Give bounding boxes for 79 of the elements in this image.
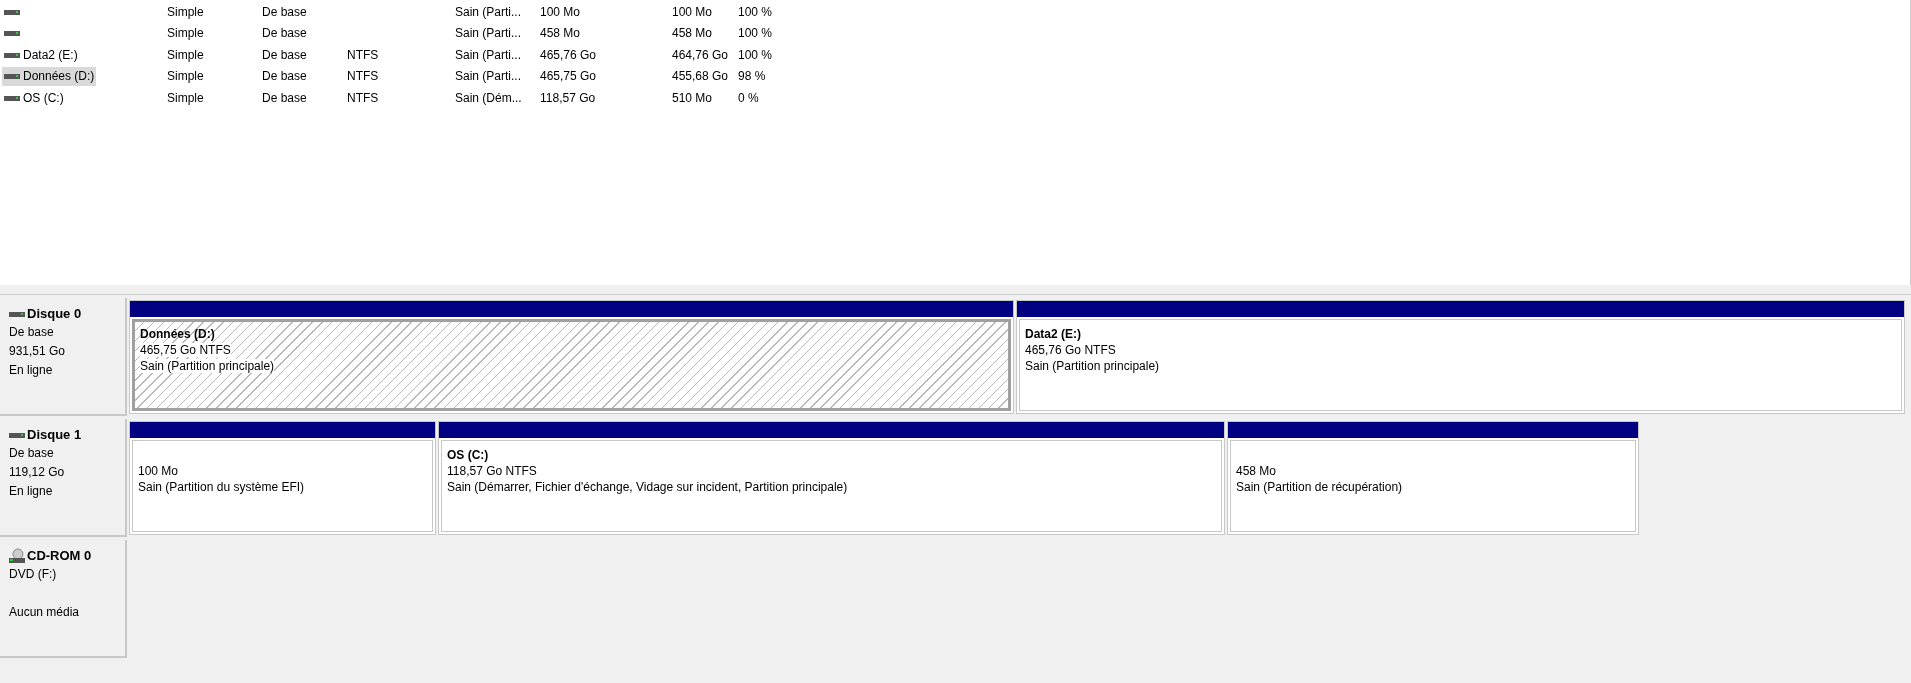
partition-size: 465,75 Go NTFS bbox=[140, 343, 231, 357]
table-cell: De base bbox=[262, 69, 307, 84]
partition-block[interactable]: Données (D:) 465,75 Go NTFS Sain (Partition principale) bbox=[129, 300, 1014, 414]
table-cell: Sain (Parti... bbox=[455, 69, 522, 84]
partition-size: 458 Mo bbox=[1236, 464, 1277, 478]
drive-icon bbox=[4, 93, 20, 102]
disk-title: Disque 0 bbox=[27, 305, 82, 323]
table-cell: 100 % bbox=[738, 47, 773, 62]
disk-info: De base bbox=[9, 324, 55, 341]
table-cell: De base bbox=[262, 47, 307, 62]
disk-title: CD-ROM 0 bbox=[27, 547, 92, 565]
disk-info: De base bbox=[9, 445, 55, 462]
table-cell: 100 % bbox=[738, 4, 773, 19]
table-cell: 0 % bbox=[738, 90, 759, 105]
table-cell: De base bbox=[262, 4, 307, 19]
disk-label-panel[interactable]: CD-ROM 0 DVD (F:) Aucun média bbox=[0, 540, 127, 658]
partition-block[interactable]: OS (C:) 118,57 Go NTFS Sain (Démarrer, Fichier d'échange, Vidage sur incident, Partition principale) bbox=[438, 421, 1225, 535]
partition-block[interactable]: 458 Mo Sain (Partition de récupération) bbox=[1227, 421, 1639, 535]
table-cell: 510 Mo bbox=[672, 90, 713, 105]
disk-label-panel[interactable]: Disque 0 De base 931,51 Go En ligne bbox=[0, 298, 127, 416]
table-cell: 458 Mo bbox=[540, 26, 581, 41]
volume-name[interactable]: Données (D:) bbox=[23, 67, 95, 86]
table-cell: 98 % bbox=[738, 69, 766, 84]
disk-info: Aucun média bbox=[9, 604, 81, 621]
volume-name-cell[interactable]: Données (D:) bbox=[2, 66, 97, 86]
partition-title: Data2 (E:) bbox=[1025, 327, 1081, 341]
table-cell: 100 Mo bbox=[540, 4, 581, 19]
table-cell: 100 Mo bbox=[672, 4, 713, 19]
disk-info: En ligne bbox=[9, 362, 54, 379]
table-cell: 465,75 Go bbox=[540, 69, 597, 84]
disk-info: DVD (F:) bbox=[9, 566, 58, 583]
table-cell: 464,76 Go bbox=[672, 47, 729, 62]
partition-status: Sain (Partition du système EFI) bbox=[138, 480, 305, 494]
table-cell: De base bbox=[262, 26, 307, 41]
table-cell: Simple bbox=[167, 26, 204, 41]
table-cell: NTFS bbox=[347, 90, 379, 105]
volume-name[interactable]: OS (C:) bbox=[23, 88, 64, 107]
table-cell: Simple bbox=[167, 47, 204, 62]
disc-drive-icon bbox=[9, 547, 25, 564]
partition-title: OS (C:) bbox=[447, 448, 489, 462]
table-cell: 100 % bbox=[738, 26, 773, 41]
partition-status: Sain (Démarrer, Fichier d'échange, Vidage sur incident, Partition principale) bbox=[447, 480, 848, 494]
table-cell: De base bbox=[262, 90, 307, 105]
drive-icon bbox=[4, 50, 20, 59]
drive-icon bbox=[9, 309, 25, 318]
partition-size: 100 Mo bbox=[138, 464, 179, 478]
partition-size: 118,57 Go NTFS bbox=[447, 464, 537, 478]
table-cell: 465,76 Go bbox=[540, 47, 597, 62]
drive-icon bbox=[4, 72, 20, 81]
table-cell: Sain (Parti... bbox=[455, 47, 522, 62]
partition-status: Sain (Partition principale) bbox=[1025, 359, 1160, 373]
partition-title: Données (D:) bbox=[140, 327, 215, 341]
disk-label-panel[interactable]: Disque 1 De base 119,12 Go En ligne bbox=[0, 419, 127, 537]
table-cell: Simple bbox=[167, 69, 204, 84]
table-cell: 118,57 Go bbox=[540, 90, 596, 105]
disk-info: En ligne bbox=[9, 483, 54, 500]
partition-block[interactable]: Data2 (E:) 465,76 Go NTFS Sain (Partition principale) bbox=[1016, 300, 1905, 414]
table-cell: Simple bbox=[167, 90, 204, 105]
volume-name[interactable]: Data2 (E:) bbox=[23, 45, 78, 64]
table-cell: NTFS bbox=[347, 69, 379, 84]
disk-title: Disque 1 bbox=[27, 426, 82, 444]
drive-icon bbox=[4, 7, 20, 16]
partition-size: 465,76 Go NTFS bbox=[1025, 343, 1116, 357]
partition-status: Sain (Partition principale) bbox=[140, 359, 275, 373]
volume-name-cell[interactable]: OS (C:) bbox=[2, 88, 66, 108]
table-cell: Sain (Dém... bbox=[455, 90, 522, 105]
disk-info: 119,12 Go bbox=[9, 464, 66, 481]
disk-info: 931,51 Go bbox=[9, 343, 67, 360]
drive-icon bbox=[4, 29, 20, 38]
table-cell: Simple bbox=[167, 4, 204, 19]
partition-status: Sain (Partition de récupération) bbox=[1236, 480, 1403, 494]
table-cell: Sain (Parti... bbox=[455, 26, 522, 41]
drive-icon bbox=[9, 430, 25, 439]
table-cell: 458 Mo bbox=[672, 26, 713, 41]
partition-block[interactable]: 100 Mo Sain (Partition du système EFI) bbox=[129, 421, 436, 535]
table-cell: Sain (Parti... bbox=[455, 4, 522, 19]
volume-name-cell[interactable]: Data2 (E:) bbox=[2, 45, 80, 65]
table-cell: NTFS bbox=[347, 47, 379, 62]
table-cell: 455,68 Go bbox=[672, 69, 729, 84]
